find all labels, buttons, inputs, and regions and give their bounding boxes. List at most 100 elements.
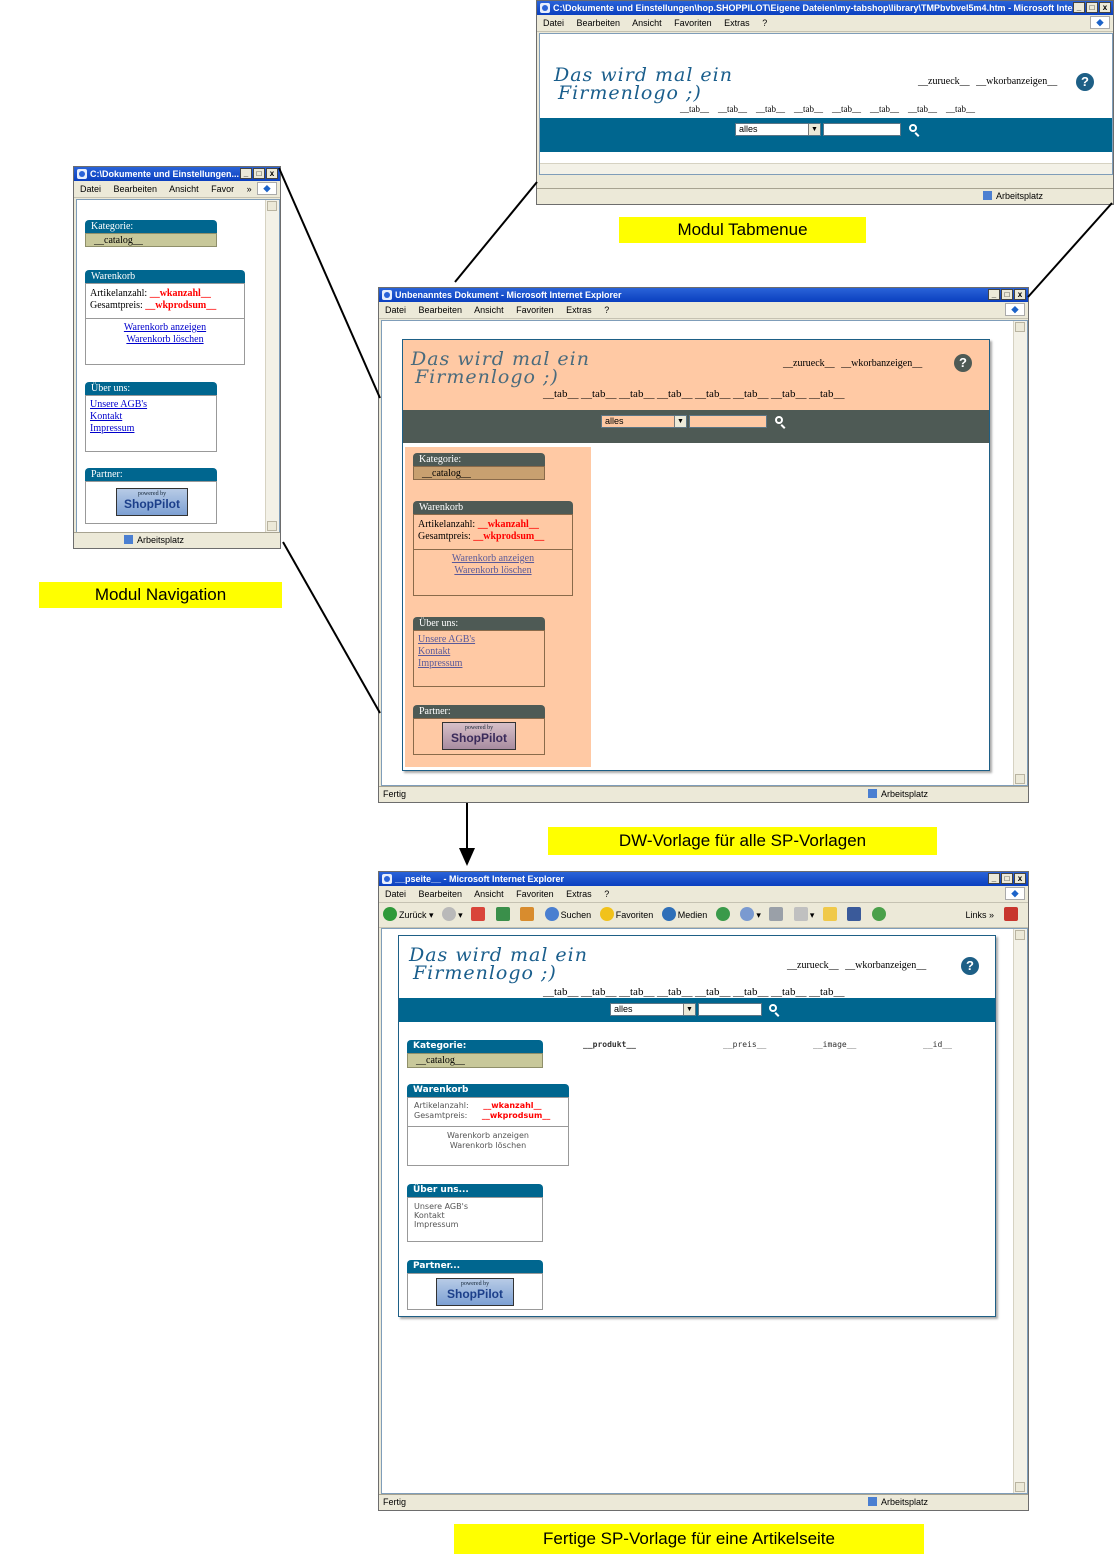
tab-item[interactable]: __tab__ <box>543 388 581 400</box>
menu-datei[interactable]: Datei <box>543 18 564 28</box>
menu-bearbeiten[interactable]: Bearbeiten <box>419 305 463 315</box>
tab-item[interactable]: __tab__ <box>619 986 657 998</box>
tab-item[interactable]: __tab__ <box>657 986 695 998</box>
impressum-link[interactable]: Impressum <box>90 423 134 434</box>
links-button[interactable]: Links » <box>965 903 994 927</box>
tab-item[interactable]: __tab__ <box>908 104 946 114</box>
warenkorb-loeschen-link[interactable]: Warenkorb löschen <box>450 1141 526 1150</box>
page-viewport[interactable]: Kategorie: __catalog__ Warenkorb Artikel… <box>76 199 280 533</box>
warenkorb-loeschen-link[interactable]: Warenkorb löschen <box>126 334 203 345</box>
mail-button[interactable]: ▾ <box>740 903 761 927</box>
tab-item[interactable]: __tab__ <box>794 104 832 114</box>
title-bar[interactable]: __pseite__ - Microsoft Internet Explorer… <box>379 872 1028 886</box>
menu-datei[interactable]: Datei <box>385 305 406 315</box>
kontakt-link[interactable]: Kontakt <box>90 411 122 422</box>
print-button[interactable] <box>769 903 785 927</box>
vertical-scrollbar[interactable] <box>1013 321 1027 785</box>
page-viewport[interactable]: Das wird mal ein Firmenlogo ;) __zurueck… <box>539 33 1113 175</box>
menu-extras[interactable]: Extras <box>566 305 592 315</box>
menu-help[interactable]: ? <box>604 889 609 899</box>
menu-favoriten[interactable]: Favor <box>211 184 234 194</box>
dropdown-arrow-icon[interactable]: ▼ <box>683 1004 695 1015</box>
edit-button[interactable]: ▾ <box>793 903 814 927</box>
help-icon[interactable]: ? <box>1076 73 1094 91</box>
menu-ansicht[interactable]: Ansicht <box>632 18 662 28</box>
minimize-button[interactable]: _ <box>240 168 252 179</box>
category-select[interactable]: alles ▼ <box>601 415 687 428</box>
minimize-button[interactable]: _ <box>1073 2 1085 13</box>
folder-button[interactable] <box>822 903 839 927</box>
tab-item[interactable]: __tab__ <box>695 986 733 998</box>
favorites-button[interactable]: Favoriten <box>599 903 653 927</box>
minimize-button[interactable]: _ <box>988 873 1000 884</box>
horizontal-scrollbar[interactable] <box>540 163 1112 174</box>
tab-item[interactable]: __tab__ <box>756 104 794 114</box>
menu-help[interactable]: ? <box>762 18 767 28</box>
wkorbanzeigen-link[interactable]: __wkorbanzeigen__ <box>845 960 926 971</box>
zurueck-link[interactable]: __zurueck__ <box>783 358 835 369</box>
search-icon[interactable] <box>909 124 917 132</box>
tab-item[interactable]: __tab__ <box>718 104 756 114</box>
menu-favoriten[interactable]: Favoriten <box>516 889 554 899</box>
page-viewport[interactable]: Das wird mal ein Firmenlogo ;) __zurueck… <box>381 928 1028 1494</box>
messenger-button[interactable] <box>871 903 888 927</box>
tab-item[interactable]: __tab__ <box>733 986 771 998</box>
dropdown-arrow-icon[interactable]: ▼ <box>674 416 686 427</box>
title-bar[interactable]: Unbenanntes Dokument - Microsoft Interne… <box>379 288 1028 302</box>
menu-extras[interactable]: Extras <box>724 18 750 28</box>
shoppilot-logo[interactable]: powered by ShopPilot <box>116 488 188 516</box>
shoppilot-logo[interactable]: powered by ShopPilot <box>442 722 516 750</box>
vertical-scrollbar[interactable] <box>265 200 279 532</box>
agb-link[interactable]: Unsere AGB's <box>418 634 475 645</box>
maximize-button[interactable]: □ <box>1001 873 1013 884</box>
kontakt-link[interactable]: Kontakt <box>418 646 450 657</box>
menu-datei[interactable]: Datei <box>385 889 406 899</box>
menu-bearbeiten[interactable]: Bearbeiten <box>114 184 158 194</box>
menu-favoriten[interactable]: Favoriten <box>516 305 554 315</box>
tab-item[interactable]: __tab__ <box>870 104 908 114</box>
research-button[interactable] <box>847 903 863 927</box>
wkorbanzeigen-link[interactable]: __wkorbanzeigen__ <box>841 358 922 369</box>
vertical-scrollbar[interactable] <box>1013 929 1027 1493</box>
menu-ansicht[interactable]: Ansicht <box>169 184 199 194</box>
dropdown-arrow-icon[interactable]: ▼ <box>808 124 820 135</box>
tab-item[interactable]: __tab__ <box>695 388 733 400</box>
kontakt-link[interactable]: Kontakt <box>414 1211 445 1220</box>
menu-bearbeiten[interactable]: Bearbeiten <box>577 18 621 28</box>
maximize-button[interactable]: □ <box>1001 289 1013 300</box>
tab-item[interactable]: __tab__ <box>809 986 847 998</box>
title-bar[interactable]: C:\Dokumente und Einstellungen... _ □ x <box>74 167 280 181</box>
tab-item[interactable]: __tab__ <box>581 388 619 400</box>
agb-link[interactable]: Unsere AGB's <box>90 399 147 410</box>
menu-help[interactable]: ? <box>604 305 609 315</box>
menu-extras[interactable]: Extras <box>566 889 592 899</box>
agb-link[interactable]: Unsere AGB's <box>414 1202 468 1211</box>
zurueck-link[interactable]: __zurueck__ <box>787 960 839 971</box>
stop-button[interactable] <box>471 903 487 927</box>
tab-item[interactable]: __tab__ <box>657 388 695 400</box>
shoppilot-logo[interactable]: powered by ShopPilot <box>436 1278 514 1306</box>
help-icon[interactable]: ? <box>954 354 972 372</box>
home-button[interactable] <box>520 903 536 927</box>
menu-more[interactable]: » <box>247 184 252 194</box>
category-select[interactable]: alles ▼ <box>735 123 821 136</box>
tab-item[interactable]: __tab__ <box>543 986 581 998</box>
tab-item[interactable]: __tab__ <box>619 388 657 400</box>
tab-item[interactable]: __tab__ <box>771 986 809 998</box>
tab-item[interactable]: __tab__ <box>680 104 718 114</box>
search-icon[interactable] <box>775 416 783 424</box>
tab-item[interactable]: __tab__ <box>581 986 619 998</box>
category-select[interactable]: alles ▼ <box>610 1003 696 1016</box>
minimize-button[interactable]: _ <box>988 289 1000 300</box>
impressum-link[interactable]: Impressum <box>418 658 462 669</box>
impressum-link[interactable]: Impressum <box>414 1220 458 1229</box>
tab-item[interactable]: __tab__ <box>771 388 809 400</box>
refresh-button[interactable] <box>495 903 512 927</box>
close-button[interactable]: x <box>266 168 278 179</box>
close-button[interactable]: x <box>1014 289 1026 300</box>
tab-item[interactable]: __tab__ <box>733 388 771 400</box>
maximize-button[interactable]: □ <box>253 168 265 179</box>
menu-favoriten[interactable]: Favoriten <box>674 18 712 28</box>
search-button[interactable]: Suchen <box>544 903 591 927</box>
forward-button[interactable]: ▾ <box>442 903 463 927</box>
